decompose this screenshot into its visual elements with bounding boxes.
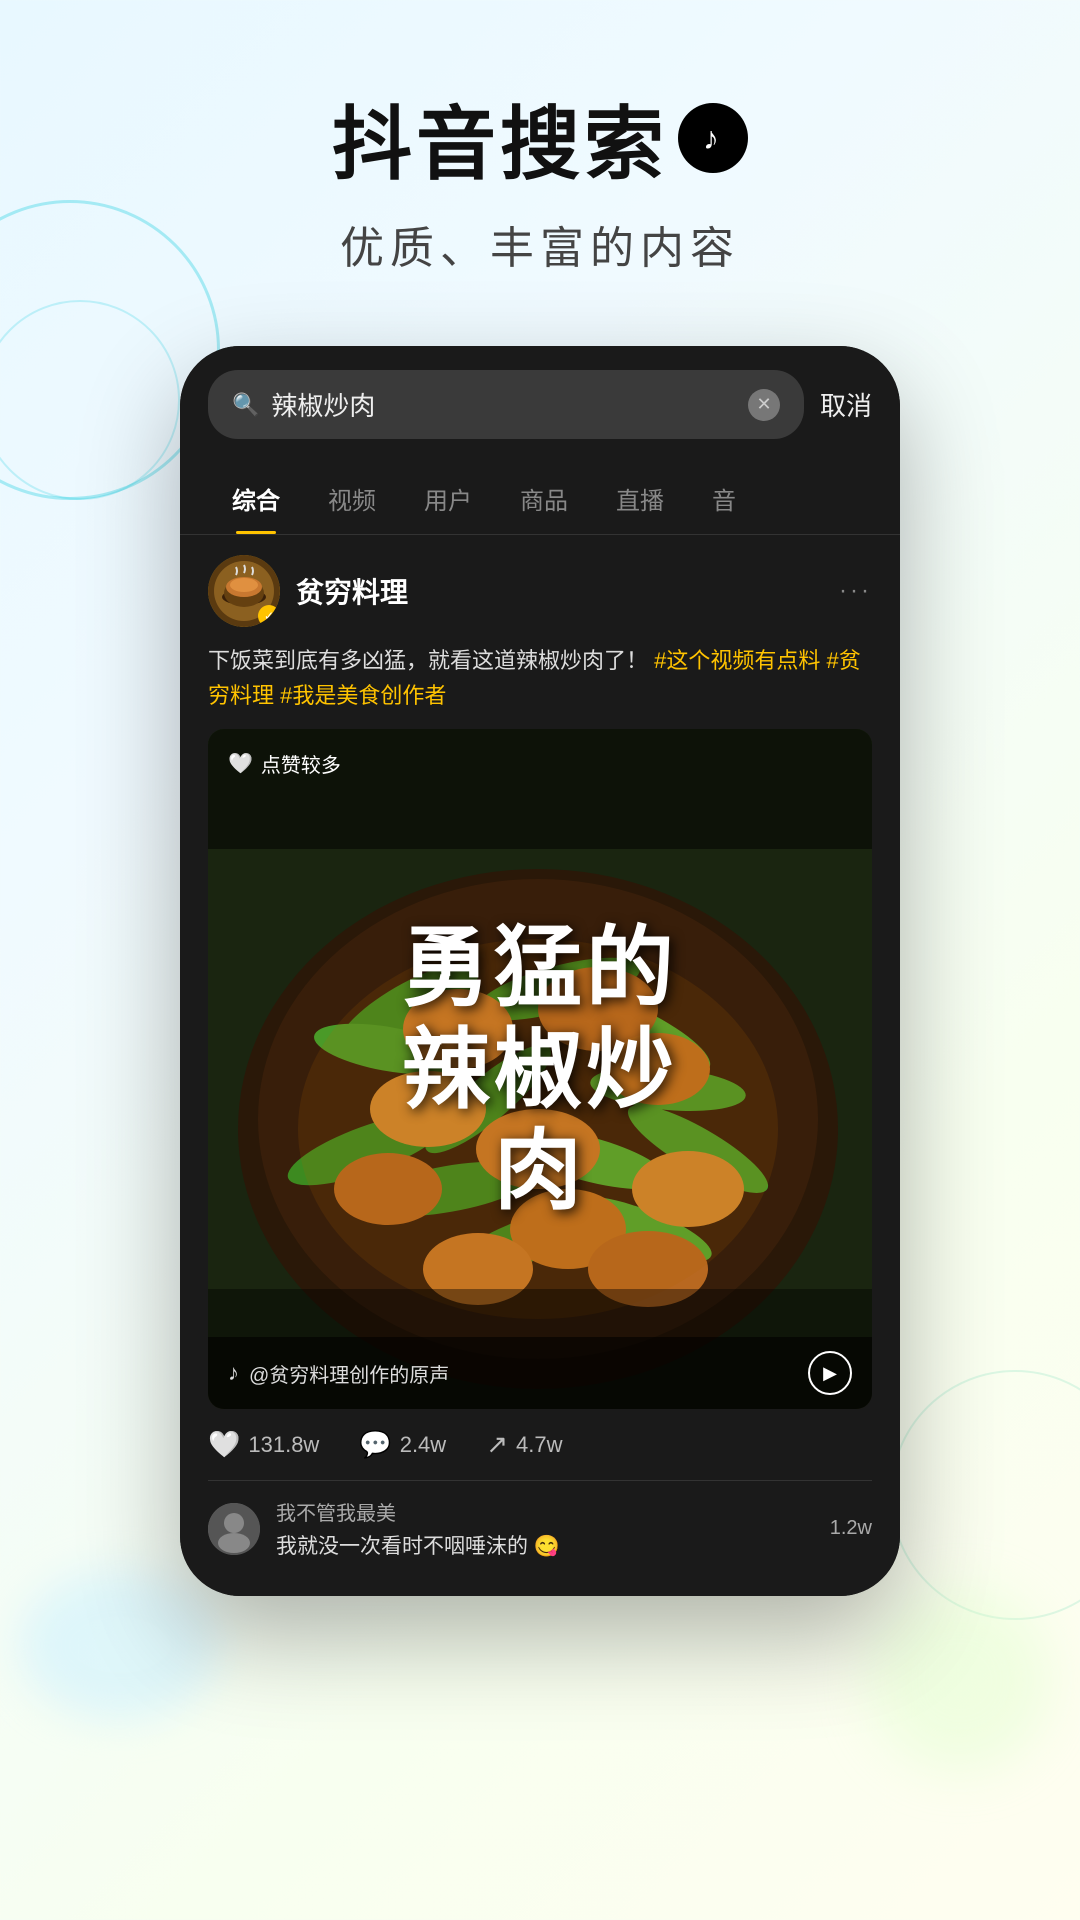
- comments-count[interactable]: 💬 2.4w: [359, 1429, 446, 1460]
- play-button[interactable]: ▶: [808, 1351, 852, 1395]
- clear-button[interactable]: ✕: [748, 389, 780, 421]
- comment-preview: 我不管我最美 我就没一次看时不咽唾沫的 😋 1.2w: [208, 1481, 872, 1576]
- audio-bar: ♪ @贫穷料理创作的原声 ▶: [208, 1337, 872, 1409]
- title-text: 抖音搜索: [332, 80, 668, 196]
- likes-count[interactable]: 🤍 131.8w: [208, 1429, 319, 1460]
- user-row: ✓ 贫穷料理 ···: [208, 555, 872, 627]
- tab-直播[interactable]: 直播: [592, 463, 688, 534]
- cancel-button[interactable]: 取消: [820, 386, 872, 423]
- search-icon: 🔍: [232, 392, 259, 418]
- commenter-username: 我不管我最美: [276, 1497, 814, 1526]
- phone-container: 🔍 辣椒炒肉 ✕ 取消 综合 视频 用户 商品 直播 音: [0, 346, 1080, 1596]
- shares-count[interactable]: ↗ 4.7w: [486, 1429, 562, 1460]
- shares-value: 4.7w: [516, 1432, 562, 1458]
- comment-icon: 💬: [359, 1429, 391, 1460]
- content-area: ✓ 贫穷料理 ··· 下饭菜到底有多凶猛，就看这道辣椒炒肉了！ #这个视频有点料…: [180, 535, 900, 1596]
- video-overlay-text: 勇猛的辣椒炒肉: [402, 918, 678, 1222]
- comment-likes: 1.2w: [830, 1517, 872, 1540]
- user-info: ✓ 贫穷料理: [208, 555, 408, 627]
- audio-info: ♪ @贫穷料理创作的原声: [228, 1359, 449, 1388]
- likes-badge: 🤍 点赞较多: [228, 749, 341, 778]
- bg-blob-left: [20, 1570, 220, 1720]
- commenter-avatar-image: [208, 1503, 260, 1555]
- heart-icon: 🤍: [208, 1429, 240, 1460]
- post-text: 下饭菜到底有多凶猛，就看这道辣椒炒肉了！ #这个视频有点料 #贫穷料理 #我是美…: [208, 643, 872, 713]
- avatar[interactable]: ✓: [208, 555, 280, 627]
- commenter-avatar: [208, 1503, 260, 1555]
- music-icon: ♪: [228, 1360, 239, 1386]
- comment-text: 我就没一次看时不咽唾沫的 😋: [276, 1530, 814, 1560]
- more-options-button[interactable]: ···: [839, 577, 872, 605]
- search-bar[interactable]: 🔍 辣椒炒肉 ✕: [208, 370, 804, 439]
- video-thumbnail[interactable]: 🤍 点赞较多 勇猛的辣椒炒肉 ♪ @贫穷料理创作的原声 ▶: [208, 729, 872, 1409]
- bg-blob-right: [870, 1590, 1050, 1770]
- phone-mockup: 🔍 辣椒炒肉 ✕ 取消 综合 视频 用户 商品 直播 音: [180, 346, 900, 1596]
- likes-value: 131.8w: [248, 1432, 319, 1458]
- tabs-bar: 综合 视频 用户 商品 直播 音: [180, 463, 900, 535]
- likes-badge-text: 点赞较多: [261, 749, 341, 778]
- share-icon: ↗: [486, 1429, 508, 1460]
- audio-label: @贫穷料理创作的原声: [249, 1359, 449, 1388]
- main-title: 抖音搜索 ♪: [0, 80, 1080, 196]
- comment-content: 我不管我最美 我就没一次看时不咽唾沫的 😋: [276, 1497, 814, 1560]
- tab-视频[interactable]: 视频: [304, 463, 400, 534]
- heart-icon: 🤍: [228, 751, 253, 776]
- search-input[interactable]: 辣椒炒肉: [271, 386, 736, 423]
- tab-商品[interactable]: 商品: [496, 463, 592, 534]
- tiktok-logo-icon: ♪: [678, 103, 748, 173]
- tab-音[interactable]: 音: [688, 463, 760, 534]
- verified-badge: ✓: [258, 605, 280, 627]
- tab-综合[interactable]: 综合: [208, 463, 304, 534]
- comments-value: 2.4w: [400, 1432, 446, 1458]
- username-label[interactable]: 贫穷料理: [296, 571, 408, 611]
- video-background: 🤍 点赞较多 勇猛的辣椒炒肉 ♪ @贫穷料理创作的原声 ▶: [208, 729, 872, 1409]
- search-area: 🔍 辣椒炒肉 ✕ 取消: [180, 346, 900, 463]
- tab-用户[interactable]: 用户: [400, 463, 496, 534]
- interaction-row: 🤍 131.8w 💬 2.4w ↗ 4.7w: [208, 1409, 872, 1481]
- post-body-text: 下饭菜到底有多凶猛，就看这道辣椒炒肉了！: [208, 648, 648, 673]
